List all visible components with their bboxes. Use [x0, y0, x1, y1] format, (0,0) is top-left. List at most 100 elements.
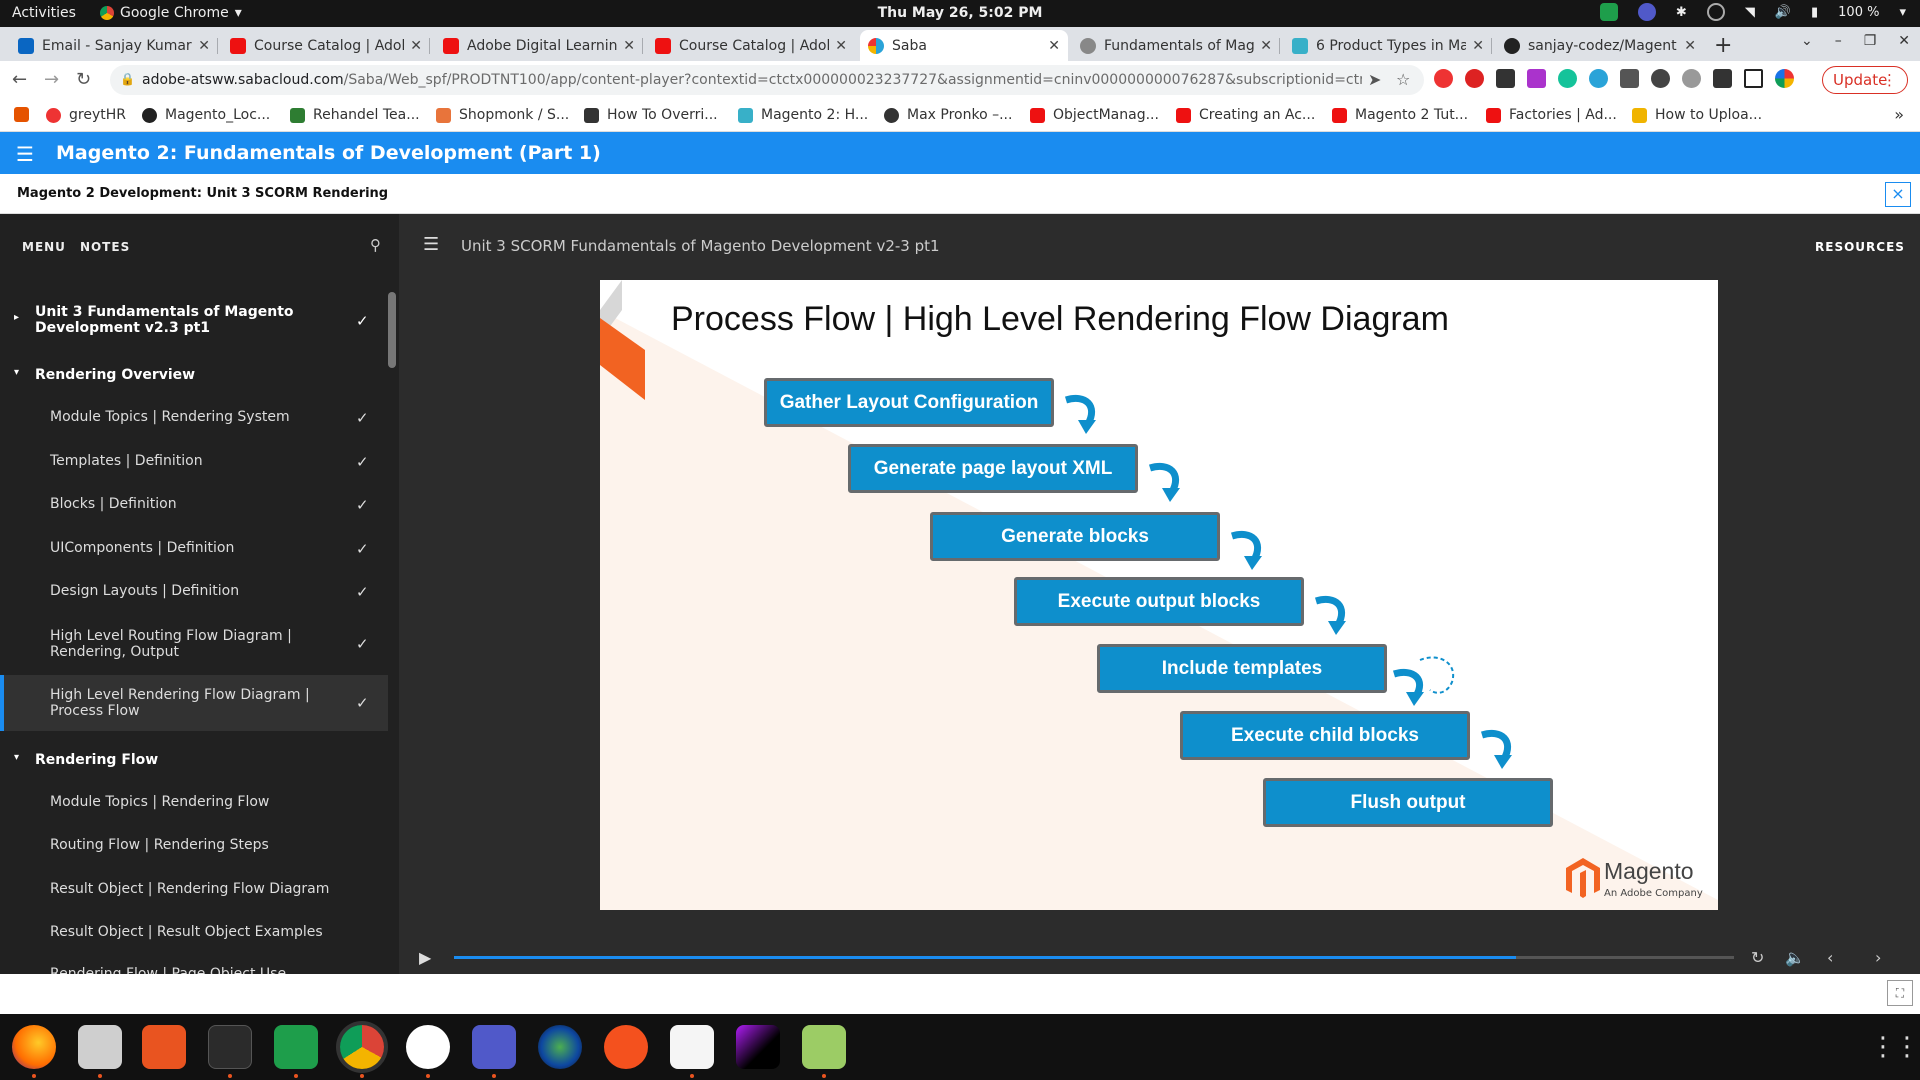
bookmark-item[interactable]: greytHR	[46, 107, 126, 123]
star-icon[interactable]: ☆	[1396, 70, 1410, 89]
link-icon[interactable]	[1682, 69, 1701, 88]
send-icon[interactable]: ➤	[1368, 70, 1381, 89]
resources-link[interactable]: RESOURCES	[1815, 240, 1905, 254]
forward-icon[interactable]: →	[44, 69, 59, 90]
address-bar[interactable]: 🔒 adobe-atsww.sabacloud.com/Saba/Web_spf…	[110, 65, 1424, 95]
bookmark-item[interactable]: Factories | Ad...	[1486, 107, 1617, 123]
bookmark-item[interactable]: Shopmonk / S...	[436, 107, 569, 123]
extension-icon[interactable]	[1620, 69, 1639, 88]
bookmark-icon-only[interactable]	[14, 107, 37, 122]
sidebar-item[interactable]: Result Object | Rendering Flow Diagram	[0, 878, 388, 902]
replay-icon[interactable]: ↻	[1751, 948, 1764, 967]
tab-github[interactable]: sanjay-codez/Magent ✕	[1496, 30, 1704, 61]
kebab-menu-icon[interactable]: ⋮	[1882, 67, 1897, 93]
terminal-icon[interactable]	[208, 1025, 252, 1069]
url-text[interactable]: adobe-atsww.sabacloud.com/Saba/Web_spf/P…	[142, 72, 1362, 88]
sidebar-section-rendering-overview[interactable]: ▾ Rendering Overview	[0, 364, 388, 388]
close-icon[interactable]: ✕	[198, 38, 210, 54]
chrome-icon[interactable]	[340, 1025, 384, 1069]
tab-course-catalog-2[interactable]: Course Catalog | Adob ✕	[647, 30, 855, 61]
sidebar-item-current[interactable]: High Level Rendering Flow Diagram | Proc…	[0, 675, 388, 731]
chat-icon[interactable]	[274, 1025, 318, 1069]
sidebar-item[interactable]: Blocks | Definition ✓	[0, 493, 388, 517]
update-button[interactable]: Update ⋮	[1822, 66, 1908, 94]
firefox-icon[interactable]	[12, 1025, 56, 1069]
slack-icon[interactable]	[406, 1025, 450, 1069]
lock-icon[interactable]: 🔒	[120, 72, 135, 86]
sidebar-item[interactable]: Design Layouts | Definition ✓	[0, 580, 388, 604]
tab-product-types[interactable]: 6 Product Types in Ma ✕	[1284, 30, 1492, 61]
webcam-icon[interactable]	[538, 1025, 582, 1069]
wifi-icon[interactable]: ◥	[1745, 5, 1755, 20]
sidebar-item[interactable]: Templates | Definition ✓	[0, 450, 388, 474]
bookmark-item[interactable]: Magento 2: H...	[738, 107, 868, 123]
bookmark-item[interactable]: Magento_Loc...	[142, 107, 270, 123]
show-applications-icon[interactable]: ⋮⋮⋮	[1870, 1032, 1920, 1062]
globe-icon[interactable]	[1706, 3, 1725, 21]
adblock-icon[interactable]	[1465, 69, 1484, 88]
close-icon[interactable]: ✕	[1260, 38, 1272, 54]
app-menu[interactable]: Google Chrome ▾	[100, 5, 242, 21]
tab-adobe-digital-learning[interactable]: Adobe Digital Learnin ✕	[435, 30, 643, 61]
tab-notes[interactable]: NOTES	[80, 240, 130, 254]
image-viewer-icon[interactable]	[802, 1025, 846, 1069]
puzzle-icon[interactable]	[1713, 69, 1732, 88]
close-icon[interactable]: ✕	[1684, 38, 1696, 54]
sidebar-item[interactable]: Module Topics | Rendering System ✓	[0, 406, 388, 430]
fullscreen-icon[interactable]: ⛶	[1887, 980, 1913, 1006]
close-icon[interactable]: ✕	[1472, 38, 1484, 54]
teams-icon[interactable]	[1637, 3, 1656, 21]
sidebar-item[interactable]: Routing Flow | Rendering Steps	[0, 834, 388, 858]
more-bookmarks-icon[interactable]: »	[1894, 105, 1904, 124]
previous-icon[interactable]: ‹	[1827, 948, 1833, 967]
progress-bar[interactable]	[454, 956, 1734, 959]
sidepanel-icon[interactable]	[1744, 69, 1763, 88]
gear-icon[interactable]	[1651, 69, 1670, 88]
tab-saba[interactable]: Saba ✕	[860, 30, 1068, 61]
close-icon[interactable]: ✕	[623, 38, 635, 54]
sidebar-section-rendering-flow[interactable]: ▾ Rendering Flow	[0, 749, 388, 773]
next-icon[interactable]: ›	[1875, 948, 1881, 967]
slack-icon[interactable]: ✱	[1676, 5, 1687, 20]
volume-icon[interactable]: 🔈	[1785, 948, 1805, 967]
avatar[interactable]	[1775, 69, 1794, 88]
battery-icon[interactable]: ▮	[1811, 5, 1818, 20]
phpstorm-icon[interactable]	[736, 1025, 780, 1069]
software-center-icon[interactable]	[142, 1025, 186, 1069]
chevron-down-icon[interactable]: ▾	[1899, 5, 1906, 20]
volume-icon[interactable]: 🔊	[1775, 5, 1791, 20]
close-icon[interactable]: ✕	[410, 38, 422, 54]
restore-icon[interactable]: ❐	[1864, 33, 1877, 49]
reload-icon[interactable]: ↻	[76, 69, 91, 90]
new-tab-button[interactable]: +	[1714, 33, 1732, 58]
activities-button[interactable]: Activities	[12, 5, 76, 21]
sidebar-item[interactable]: Module Topics | Rendering Flow	[0, 791, 388, 815]
bookmark-item[interactable]: How To Overri...	[584, 107, 718, 123]
bookmark-item[interactable]: Magento 2 Tut...	[1332, 107, 1468, 123]
extension-icon[interactable]	[1589, 69, 1608, 88]
search-icon[interactable]: ⚲	[370, 236, 381, 254]
close-icon[interactable]: ✕	[835, 38, 847, 54]
scrollbar[interactable]	[388, 292, 396, 368]
grammarly-icon[interactable]	[1558, 69, 1577, 88]
tab-fundamentals[interactable]: Fundamentals of Mag ✕	[1072, 30, 1280, 61]
hamburger-menu-icon[interactable]: ☰	[423, 234, 439, 255]
extension-icon[interactable]	[1434, 69, 1453, 88]
tab-email[interactable]: Email - Sanjay Kumar ✕	[10, 30, 218, 61]
close-window-icon[interactable]: ✕	[1898, 33, 1910, 49]
back-icon[interactable]: ←	[12, 69, 27, 90]
minimize-icon[interactable]: –	[1835, 33, 1842, 49]
play-icon[interactable]: ▶	[419, 948, 431, 967]
sidebar-item[interactable]: UIComponents | Definition ✓	[0, 537, 388, 561]
tab-menu[interactable]: MENU	[22, 240, 66, 254]
bookmark-item[interactable]: Max Pronko –...	[884, 107, 1012, 123]
tab-course-catalog[interactable]: Course Catalog | Adob ✕	[222, 30, 430, 61]
close-icon[interactable]: ✕	[1048, 38, 1060, 54]
bookmark-item[interactable]: ObjectManag...	[1030, 107, 1159, 123]
postman-icon[interactable]	[604, 1025, 648, 1069]
close-icon[interactable]: ×	[1885, 182, 1911, 207]
sidebar-item[interactable]: Rendering Flow | Page Object Use Example	[0, 963, 388, 974]
extension-icon[interactable]	[1496, 69, 1515, 88]
system-tray[interactable]: ✱ ◥ 🔊 ▮ 100 % ▾	[1599, 3, 1906, 21]
text-editor-icon[interactable]	[670, 1025, 714, 1069]
